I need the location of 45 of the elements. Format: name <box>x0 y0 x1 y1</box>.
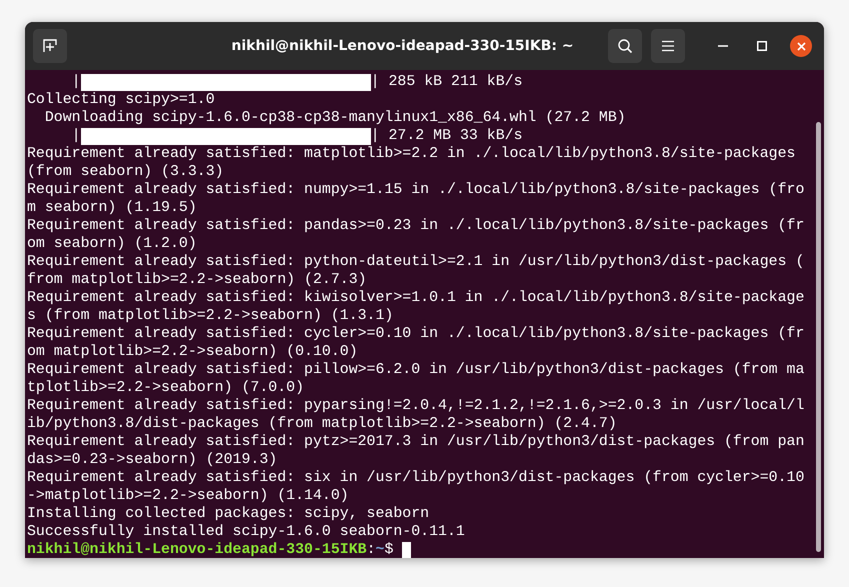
menu-button[interactable] <box>651 29 685 63</box>
terminal-output-line: Requirement already satisfied: pyparsing!=2.0.4,!=2.1.2,!=2.1.6,>=2.0.3 in /usr/local/l <box>27 397 804 415</box>
terminal-output-line: from matplotlib>=2.2->seaborn) (2.7.3) <box>27 271 367 289</box>
new-tab-button[interactable] <box>33 29 67 63</box>
close-button[interactable] <box>790 35 812 57</box>
terminal-output-line: Successfully installed scipy-1.6.0 seaborn-0.11.1 <box>27 523 465 541</box>
text-cursor <box>402 542 412 558</box>
terminal-output-line: Installing collected packages: scipy, seaborn <box>27 505 430 523</box>
terminal-output-line: Requirement already satisfied: cycler>=0.10 in ./.local/lib/python3.8/site-packages (fr <box>27 325 804 343</box>
terminal-output-line: ib/python3.8/dist-packages (from matplotlib>=2.2->seaborn) (2.4.7) <box>27 415 617 433</box>
terminal-output-line: Requirement already satisfied: pillow>=6.2.0 in /usr/lib/python3/dist-packages (from ma <box>27 361 804 379</box>
prompt-path: ~ <box>376 541 384 558</box>
terminal-output-line: Collecting scipy>=1.0 <box>27 91 215 109</box>
terminal-output-line: Requirement already satisfied: kiwisolver>=1.0.1 in ./.local/lib/python3.8/site-package <box>27 289 804 307</box>
terminal-output-line: om seaborn) (1.2.0) <box>27 235 197 253</box>
terminal-output-line: Requirement already satisfied: pandas>=0.23 in ./.local/lib/python3.8/site-packages (fr <box>27 217 804 235</box>
prompt-separator: : <box>366 541 376 558</box>
prompt-user-host: nikhil@nikhil-Lenovo-ideapad-330-15IKB <box>27 541 367 558</box>
terminal-output-line: Requirement already satisfied: pytz>=2017.3 in /usr/lib/python3/dist-packages (from pan <box>27 433 804 451</box>
terminal-output-line: Requirement already satisfied: matplotlib>=2.2 in ./.local/lib/python3.8/site-packages <box>27 145 796 163</box>
terminal-output-line: Requirement already satisfied: python-dateutil>=2.1 in /usr/lib/python3/dist-packages ( <box>27 253 804 271</box>
window-title: nikhil@nikhil-Lenovo-ideapad-330-15IKB: ~ <box>230 38 575 54</box>
menu-icon <box>661 40 675 52</box>
minimize-icon <box>718 45 728 47</box>
terminal-output-line: tplotlib>=2.2->seaborn) (7.0.0) <box>27 379 304 397</box>
maximize-icon <box>757 41 767 51</box>
terminal-output-line: om matplotlib>=2.2->seaborn) (0.10.0) <box>27 343 358 361</box>
progress-bar-edge: | <box>70 127 81 145</box>
search-button[interactable] <box>608 29 642 63</box>
terminal-output-line: Requirement already satisfied: numpy>=1.15 in ./.local/lib/python3.8/site-packages (fro <box>27 181 804 199</box>
terminal-output-line: Downloading scipy-1.6.0-cp38-cp38-manylinux1_x86_64.whl (27.2 MB) <box>44 109 626 127</box>
scrollbar[interactable] <box>816 122 821 552</box>
terminal-output-line: ->matplotlib>=2.2->seaborn) (1.14.0) <box>27 487 349 505</box>
download-progress-text: | 285 kB 211 kB/s <box>370 73 523 91</box>
new-tab-icon <box>42 38 58 54</box>
terminal-output-line: (from seaborn) (3.3.3) <box>27 163 224 181</box>
prompt-sign: $ <box>384 541 394 558</box>
search-icon <box>617 38 633 54</box>
terminal-output-line: Requirement already satisfied: six in /usr/lib/python3/dist-packages (from cycler>=0.10 <box>27 469 804 487</box>
terminal-output-line: das>=0.23->seaborn) (2019.3) <box>27 451 278 469</box>
terminal-output-line: m seaborn) (1.19.5) <box>27 199 197 217</box>
progress-bar-edge: | <box>70 73 81 91</box>
close-icon <box>796 42 806 50</box>
download-progress-text: | 27.2 MB 33 kB/s <box>370 127 523 145</box>
terminal-output-line: s (from matplotlib>=2.2->seaborn) (1.3.1) <box>27 307 394 325</box>
